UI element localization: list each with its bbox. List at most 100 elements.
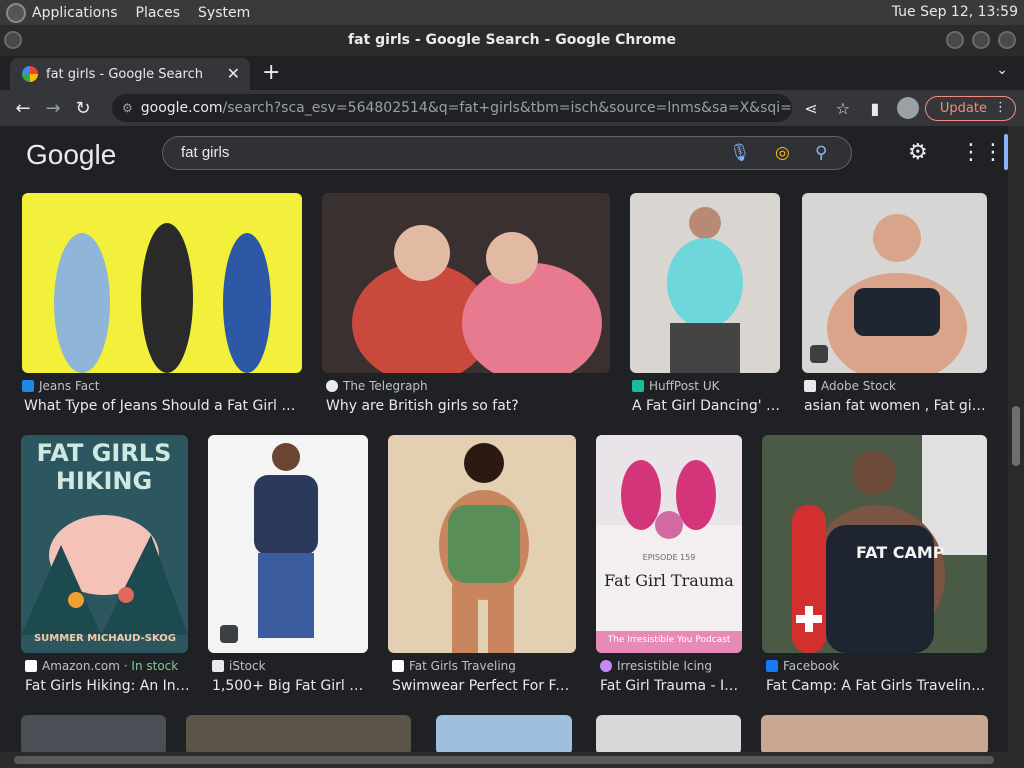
image-badge-icon [810,345,828,363]
result-thumbnail[interactable]: FAT CAMP [762,435,987,653]
share-icon[interactable]: ⋖ [795,99,827,118]
source-favicon-icon [22,380,34,392]
result-thumbnail[interactable] [596,715,741,752]
source-name: The Telegraph [343,379,428,393]
result-thumbnail[interactable] [436,715,572,752]
browser-toolbar: ← → ↻ ⚙ google.com/search?sca_esv=564802… [0,90,1024,126]
profile-avatar-icon[interactable] [896,97,919,119]
side-panel-icon[interactable]: ▮ [859,99,891,118]
new-tab-plus-icon[interactable]: + [262,60,280,85]
source-favicon-icon [804,380,816,392]
source-name: Jeans Fact [39,379,100,393]
update-button[interactable]: Update ⋮ [924,95,1016,121]
update-label: Update [939,100,987,116]
podcast-title-text: Fat Girl Trauma [604,571,734,590]
more-menu-icon[interactable]: ⋮ [994,100,1007,115]
result-thumbnail[interactable] [186,715,411,752]
thumbnail-figures [352,225,602,373]
system-clock[interactable]: Tue Sep 12, 13:59 [892,4,1018,20]
search-input[interactable] [181,144,681,161]
result-thumbnail[interactable] [802,193,987,373]
window-menu-icon[interactable] [4,31,22,49]
result-source[interactable]: HuffPost UK [632,379,719,393]
tab-title: fat girls - Google Search [46,66,203,82]
thumbnail-figures [254,443,318,638]
result-title[interactable]: Swimwear Perfect For Fat ... [392,678,576,694]
site-info-icon[interactable]: ⚙ [122,101,133,115]
result-source[interactable]: Adobe Stock [804,379,896,393]
source-favicon-icon [600,660,612,672]
google-favicon-icon [22,66,38,82]
result-title[interactable]: Why are British girls so fat? [326,398,610,414]
result-source[interactable]: Facebook [766,659,839,673]
search-box[interactable]: 🎙 ◎ ⚲ [162,136,852,170]
voice-search-mic-icon[interactable]: 🎙 [729,143,751,163]
result-title[interactable]: Fat Girl Trauma - Irr... [600,678,742,694]
result-thumbnail[interactable] [22,193,302,373]
reload-icon[interactable]: ↻ [68,98,98,119]
result-source[interactable]: Irresistible Icing [600,659,712,673]
maximize-icon[interactable] [972,31,990,49]
vertical-scroll-thumb[interactable] [1012,406,1020,466]
result-source[interactable]: Amazon.com · In stock [25,659,178,673]
menu-applications[interactable]: Applications [32,5,118,21]
thumbnail-figures [596,435,742,653]
result-thumbnail[interactable] [322,193,610,373]
source-name: Irresistible Icing [617,659,713,673]
bookmark-star-icon[interactable]: ☆ [827,99,859,118]
toolbar-actions: ⋖ ☆ ▮ Update ⋮ [795,94,1024,122]
result-thumbnail[interactable]: FAT GIRLS HIKING SUMMER MICHAUD-SKOG [21,435,188,653]
result-title[interactable]: A Fat Girl Dancing' S... [632,398,782,414]
result-thumbnail[interactable] [761,715,988,752]
vertical-scrollbar[interactable] [1008,126,1024,752]
result-title[interactable]: Fat Camp: A Fat Girls Traveling ... [766,678,986,694]
tab-strip: fat girls - Google Search ✕ + ⌄ [0,56,1024,90]
source-name: iStock [229,659,266,673]
result-thumbnail[interactable] [388,435,576,653]
horizontal-scroll-thumb[interactable] [14,756,994,764]
address-bar[interactable]: ⚙ google.com/search?sca_esv=564802514&q=… [112,94,792,122]
menu-system[interactable]: System [198,5,250,21]
tab-close-icon[interactable]: ✕ [227,64,240,83]
search-icon[interactable]: ⚲ [815,143,827,163]
result-source[interactable]: The Telegraph [326,379,428,393]
system-logo-icon[interactable] [6,2,26,23]
book-title-text: FAT GIRLS HIKING [36,439,172,495]
back-arrow-icon[interactable]: ← [8,98,38,119]
source-name: Amazon.com [42,659,120,673]
book-author-text: SUMMER MICHAUD-SKOG [33,633,177,644]
result-title[interactable]: Fat Girls Hiking: An Incl... [25,678,190,694]
settings-gear-icon[interactable]: ⚙ [908,140,928,165]
result-title[interactable]: 1,500+ Big Fat Girl Sto... [212,678,370,694]
podcast-footer-text: The Irresistible You Podcast [607,635,731,645]
minimize-icon[interactable] [946,31,964,49]
result-thumbnail[interactable] [630,193,780,373]
source-favicon-icon [766,660,778,672]
result-source[interactable]: Fat Girls Traveling [392,659,516,673]
episode-text: EPISODE 159 [642,553,696,562]
google-logo[interactable]: Google [26,139,116,171]
result-title[interactable]: What Type of Jeans Should a Fat Girl We.… [24,398,302,414]
image-results: Jeans Fact What Type of Jeans Should a F… [0,182,1008,752]
result-title[interactable]: asian fat women , Fat girl ,... [804,398,987,414]
result-thumbnail[interactable] [21,715,166,752]
forward-arrow-icon[interactable]: → [38,98,68,119]
window-titlebar: fat girls - Google Search - Google Chrom… [0,25,1024,56]
result-source[interactable]: Jeans Fact [22,379,99,393]
result-thumbnail[interactable]: EPISODE 159 Fat Girl Trauma The Irresist… [596,435,742,653]
image-badge-icon [220,625,238,643]
thumbnail-figures [667,207,743,373]
lens-search-icon[interactable]: ◎ [775,143,790,163]
menu-places[interactable]: Places [136,5,181,21]
horizontal-scrollbar[interactable] [0,752,1024,768]
result-thumbnail[interactable] [208,435,368,653]
browser-tab[interactable]: fat girls - Google Search ✕ [10,58,250,90]
tab-search-chevron-icon[interactable]: ⌄ [996,62,1008,78]
close-window-icon[interactable] [998,31,1016,49]
result-source[interactable]: iStock [212,659,266,673]
source-name: Fat Girls Traveling [409,659,516,673]
source-favicon-icon [392,660,404,672]
source-name: HuffPost UK [649,379,720,393]
url-path: /search?sca_esv=564802514&q=fat+girls&tb… [222,100,792,116]
thumbnail-figures [827,214,967,373]
